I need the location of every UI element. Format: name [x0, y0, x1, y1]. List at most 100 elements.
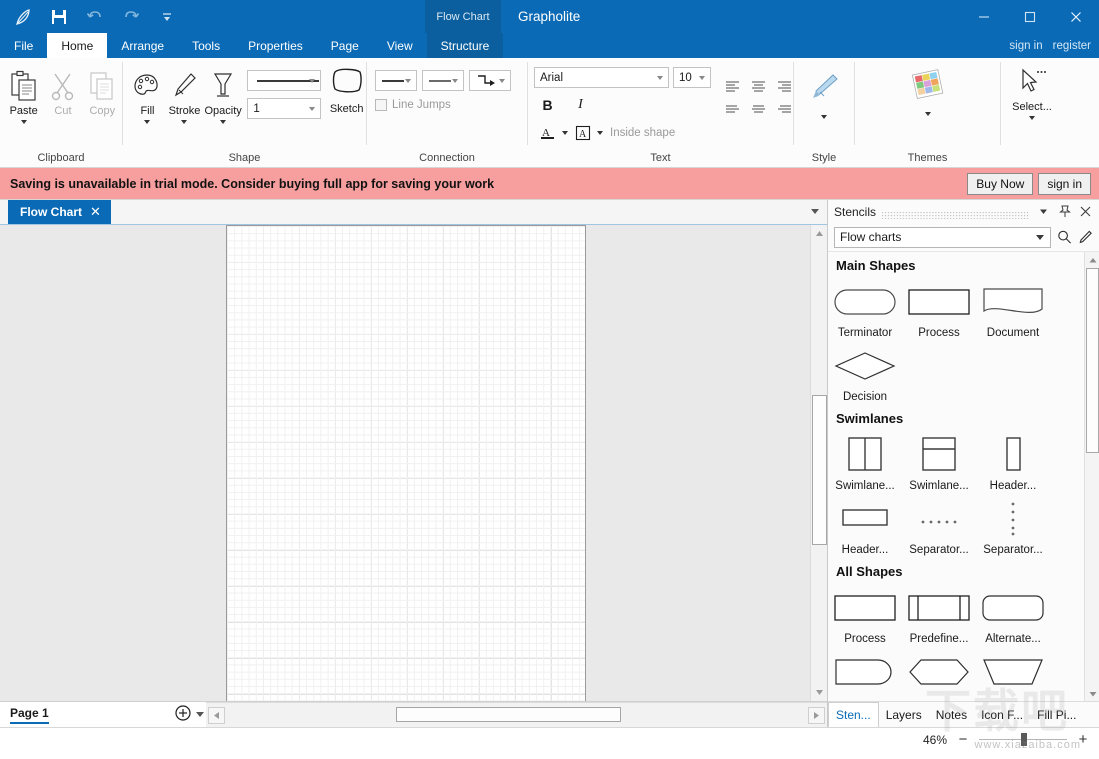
font-color-button[interactable]: A — [536, 122, 559, 144]
themes-icon[interactable] — [907, 68, 949, 107]
redo-icon[interactable] — [114, 2, 148, 32]
undo-icon[interactable] — [78, 2, 112, 32]
sign-in-link[interactable]: sign in — [1009, 40, 1042, 52]
shape-item-predefined-process[interactable]: Predefine... — [902, 583, 976, 647]
canvas-vertical-scrollbar[interactable] — [810, 225, 827, 701]
panel-tab-fill-pictures[interactable]: Fill Pi... — [1030, 702, 1083, 727]
tab-view[interactable]: View — [373, 33, 427, 58]
select-cursor-icon[interactable] — [1015, 66, 1049, 99]
line-width-combo[interactable] — [247, 70, 322, 91]
document-tab-flow-chart[interactable]: Flow Chart ✕ — [8, 200, 111, 224]
shape-item-header-vertical[interactable]: Header... — [976, 430, 1050, 494]
panel-tab-stencils[interactable]: Sten... — [828, 702, 879, 727]
scroll-up-arrow[interactable] — [811, 225, 827, 242]
shape-item-terminator[interactable]: Terminator — [828, 277, 902, 341]
minimize-icon[interactable] — [961, 0, 1007, 33]
shape-item-header-horizontal[interactable]: Header... — [828, 494, 902, 558]
panel-tab-notes[interactable]: Notes — [929, 702, 974, 727]
align-bottom-left-button[interactable] — [721, 100, 744, 118]
fill-dropdown-arrow[interactable] — [144, 120, 151, 124]
panel-menu-chevron-down-icon[interactable] — [1036, 208, 1051, 215]
shape-item-delay[interactable] — [828, 647, 902, 699]
panel-scroll-up-arrow[interactable] — [1085, 252, 1099, 267]
shape-item-separator-horizontal[interactable]: Separator... — [902, 494, 976, 558]
font-size-combo[interactable]: 10 — [673, 67, 711, 88]
feather-icon[interactable] — [6, 2, 40, 32]
panel-scroll-down-arrow[interactable] — [1085, 686, 1099, 701]
align-bottom-right-button[interactable] — [773, 100, 796, 118]
shape-item-separator-vertical[interactable]: Separator... — [976, 494, 1050, 558]
select-dropdown-arrow[interactable] — [1029, 116, 1035, 120]
save-icon[interactable] — [42, 2, 76, 32]
italic-button[interactable]: I — [569, 94, 592, 116]
align-top-left-button[interactable] — [721, 77, 744, 95]
font-color-dropdown-arrow[interactable] — [562, 131, 568, 135]
shape-item-manual-operation[interactable] — [976, 647, 1050, 699]
vertical-scroll-thumb[interactable] — [812, 395, 827, 545]
stencil-library-combo[interactable]: Flow charts — [834, 226, 1051, 248]
shape-item-preparation[interactable] — [902, 647, 976, 699]
buy-now-button[interactable]: Buy Now — [967, 172, 1034, 195]
panel-close-icon[interactable] — [1078, 206, 1093, 217]
tab-page[interactable]: Page — [317, 33, 373, 58]
shape-item-decision[interactable]: Decision — [828, 341, 902, 405]
scroll-down-arrow[interactable] — [811, 684, 827, 701]
bold-button[interactable]: B — [536, 94, 559, 116]
horizontal-scroll-thumb[interactable] — [396, 707, 621, 722]
cut-button[interactable]: Cut — [43, 62, 82, 117]
tab-arrange[interactable]: Arrange — [107, 33, 178, 58]
connection-router-combo[interactable] — [469, 70, 511, 91]
panel-scroll-thumb[interactable] — [1086, 268, 1099, 453]
paste-button[interactable]: Paste — [4, 62, 43, 124]
tab-home[interactable]: Home — [47, 33, 108, 58]
page-sheet[interactable] — [226, 225, 586, 701]
customize-qat-icon[interactable] — [150, 2, 184, 32]
register-link[interactable]: register — [1053, 40, 1091, 52]
document-tab-close-icon[interactable]: ✕ — [90, 204, 101, 220]
scroll-left-arrow[interactable] — [208, 706, 225, 724]
panel-tab-layers[interactable]: Layers — [879, 702, 929, 727]
opacity-dropdown-arrow[interactable] — [220, 120, 227, 124]
stencil-panel-scrollbar[interactable] — [1084, 252, 1099, 701]
text-highlight-button[interactable]: A — [571, 122, 594, 144]
zoom-out-button[interactable]: − — [955, 731, 971, 748]
copy-button[interactable]: Copy — [83, 62, 122, 117]
canvas-horizontal-scrollbar[interactable] — [206, 702, 827, 727]
tab-properties[interactable]: Properties — [234, 33, 317, 58]
shape-item-process-all[interactable]: Process — [828, 583, 902, 647]
align-bottom-center-button[interactable] — [747, 100, 770, 118]
add-page-dropdown-arrow[interactable] — [196, 712, 204, 717]
stencil-search-icon[interactable] — [1057, 229, 1072, 245]
sketch-button[interactable]: Sketch — [327, 62, 366, 115]
scroll-right-arrow[interactable] — [808, 706, 825, 724]
shape-item-process[interactable]: Process — [902, 277, 976, 341]
line-jumps-checkbox[interactable]: Line Jumps — [375, 99, 451, 111]
align-top-right-button[interactable] — [773, 77, 796, 95]
shape-library-list[interactable]: Main Shapes Terminator Process Document … — [828, 251, 1099, 701]
panel-drag-handle[interactable] — [882, 208, 1030, 219]
banner-sign-in-button[interactable]: sign in — [1038, 172, 1091, 195]
maximize-icon[interactable] — [1007, 0, 1053, 33]
panel-pin-icon[interactable] — [1057, 205, 1072, 218]
close-icon[interactable] — [1053, 0, 1099, 33]
themes-dropdown-arrow[interactable] — [924, 112, 931, 116]
stroke-dropdown-arrow[interactable] — [181, 120, 188, 124]
align-top-center-button[interactable] — [747, 77, 770, 95]
shape-item-swimlane-vertical[interactable]: Swimlane... — [828, 430, 902, 494]
shape-item-swimlane-horizontal[interactable]: Swimlane... — [902, 430, 976, 494]
shape-item-document[interactable]: Document — [976, 277, 1050, 341]
opacity-value-combo[interactable]: 1 — [247, 98, 322, 119]
opacity-button[interactable]: Opacity — [203, 62, 243, 124]
drawing-canvas[interactable] — [0, 225, 827, 701]
stroke-button[interactable]: Stroke — [166, 62, 203, 124]
connection-line-style-combo[interactable] — [375, 70, 417, 91]
page-tab-page-1[interactable]: Page 1 — [10, 706, 49, 724]
panel-tab-icon-fonts[interactable]: Icon F... — [974, 702, 1030, 727]
paste-dropdown-arrow[interactable] — [20, 120, 27, 124]
font-family-combo[interactable]: Arial — [534, 67, 669, 88]
fill-button[interactable]: Fill — [129, 62, 166, 124]
style-dropdown-arrow[interactable] — [821, 115, 827, 119]
text-highlight-dropdown-arrow[interactable] — [597, 131, 603, 135]
tab-file[interactable]: File — [0, 33, 47, 58]
add-page-control[interactable] — [175, 705, 204, 724]
